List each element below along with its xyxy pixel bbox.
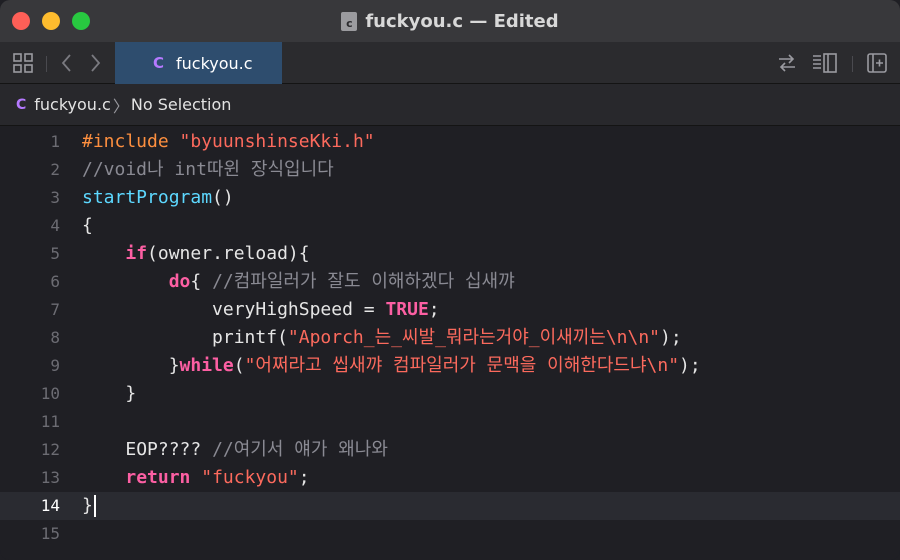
code-line: 1 #include "byuunshinseKki.h" bbox=[0, 128, 900, 156]
code-line: 12 EOP???? //여기서 얘가 왜나와 bbox=[0, 436, 900, 464]
code-line: 3 startProgram() bbox=[0, 184, 900, 212]
code-text: } bbox=[82, 492, 96, 520]
code-text: if(owner.reload){ bbox=[125, 243, 310, 264]
tab-fuckyou-c[interactable]: C fuckyou.c bbox=[115, 42, 282, 84]
code-text: } bbox=[125, 383, 137, 404]
code-text: { bbox=[82, 215, 93, 236]
code-text: }while("어쩌라고 씹새꺄 컴파일러가 문맥을 이해한다드냐\n"); bbox=[168, 355, 701, 376]
code-text: startProgram() bbox=[82, 187, 234, 208]
code-line: 6 do{ //컴파일러가 잘도 이해하겠다 십새꺄 bbox=[0, 268, 900, 296]
line-number: 10 bbox=[40, 384, 60, 403]
editor-options-icon[interactable] bbox=[810, 42, 840, 84]
code-text: //void나 int따윈 장식입니다 bbox=[82, 159, 334, 180]
code-line: 15 bbox=[0, 520, 900, 548]
code-text: #include "byuunshinseKki.h" bbox=[82, 131, 375, 152]
add-editor-icon[interactable] bbox=[864, 42, 890, 84]
line-number: 7 bbox=[50, 300, 60, 319]
swap-arrows-icon[interactable] bbox=[774, 42, 800, 84]
code-text: veryHighSpeed = TRUE; bbox=[212, 299, 440, 320]
code-line: 10 } bbox=[0, 380, 900, 408]
code-line: 13 return "fuckyou"; bbox=[0, 464, 900, 492]
jumpbar-selection[interactable]: No Selection bbox=[131, 95, 232, 114]
c-file-icon: C bbox=[16, 96, 27, 113]
line-number: 4 bbox=[50, 216, 60, 235]
line-number: 15 bbox=[40, 524, 60, 543]
code-line: 11 bbox=[0, 408, 900, 436]
chevron-right-icon: 〉 bbox=[112, 96, 129, 116]
current-code-line: 14 } bbox=[0, 492, 900, 520]
tab-label: fuckyou.c bbox=[176, 53, 253, 73]
code-line: 9 }while("어쩌라고 씹새꺄 컴파일러가 문맥을 이해한다드냐\n"); bbox=[0, 352, 900, 380]
toolbar-divider bbox=[852, 56, 853, 72]
code-text: EOP???? //여기서 얘가 왜나와 bbox=[125, 439, 388, 460]
code-editor[interactable]: 1 #include "byuunshinseKki.h" 2 //void나 … bbox=[0, 128, 900, 560]
code-line: 8 printf("Aporch_는_씨발_뭐라는거야_이새끼는\n\n"); bbox=[0, 324, 900, 352]
line-number: 3 bbox=[50, 188, 60, 207]
line-number: 11 bbox=[40, 412, 60, 431]
line-number: 13 bbox=[40, 468, 60, 487]
c-file-icon: C bbox=[153, 54, 165, 72]
chevron-left-icon[interactable] bbox=[56, 42, 78, 84]
code-text: return "fuckyou"; bbox=[125, 467, 310, 488]
c-file-icon: c bbox=[341, 11, 358, 31]
tab-bar: C fuckyou.c bbox=[0, 42, 900, 84]
line-number: 6 bbox=[50, 272, 60, 291]
code-text: printf("Aporch_는_씨발_뭐라는거야_이새끼는\n\n"); bbox=[212, 327, 682, 348]
code-line: 4 { bbox=[0, 212, 900, 240]
code-line: 5 if(owner.reload){ bbox=[0, 240, 900, 268]
line-number: 9 bbox=[50, 356, 60, 375]
line-number: 2 bbox=[50, 160, 60, 179]
editor-window: c fuckyou.c — Edited C fuckyou.c C fucky… bbox=[0, 0, 900, 560]
code-line: 2 //void나 int따윈 장식입니다 bbox=[0, 156, 900, 184]
chevron-right-icon[interactable] bbox=[84, 42, 106, 84]
toolbar-divider bbox=[46, 56, 47, 72]
window-title: c fuckyou.c — Edited bbox=[0, 0, 900, 42]
line-number: 14 bbox=[40, 496, 60, 515]
grid-icon[interactable] bbox=[10, 42, 36, 84]
code-text: do{ //컴파일러가 잘도 이해하겠다 십새꺄 bbox=[168, 271, 515, 292]
line-number: 8 bbox=[50, 328, 60, 347]
code-line: 7 veryHighSpeed = TRUE; bbox=[0, 296, 900, 324]
window-title-text: fuckyou.c — Edited bbox=[365, 10, 559, 32]
line-number: 5 bbox=[50, 244, 60, 263]
jumpbar-file[interactable]: fuckyou.c bbox=[34, 95, 111, 114]
line-number: 12 bbox=[40, 440, 60, 459]
line-number: 1 bbox=[50, 132, 60, 151]
title-bar: c fuckyou.c — Edited bbox=[0, 0, 900, 42]
text-caret bbox=[93, 495, 96, 517]
jump-bar: C fuckyou.c 〉 No Selection bbox=[0, 84, 900, 126]
